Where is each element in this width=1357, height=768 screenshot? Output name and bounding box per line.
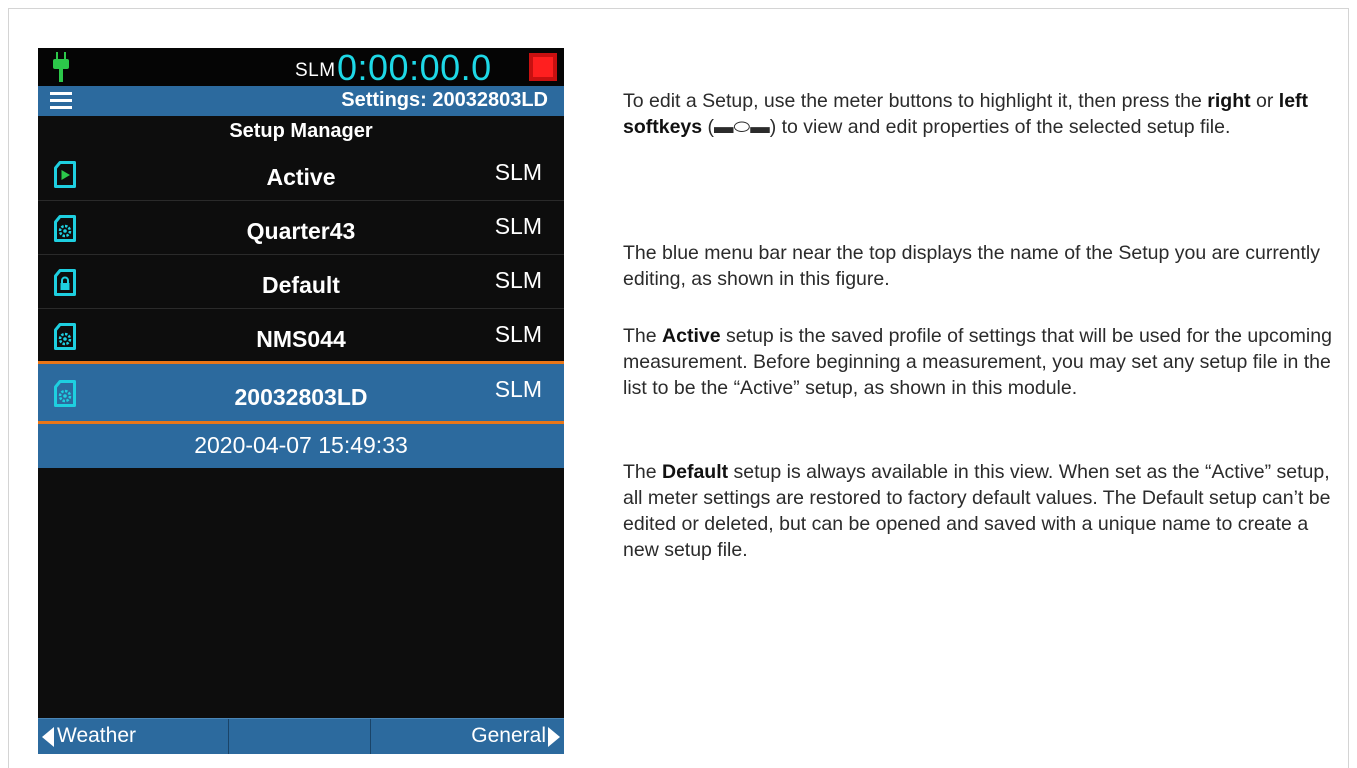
right-softkey[interactable]: General (371, 719, 564, 754)
setup-row-quarter43[interactable]: Quarter43 SLM (38, 201, 564, 255)
settings-title: Settings: 20032803LD (341, 89, 548, 111)
setup-name: 20032803LD (234, 384, 368, 410)
help-paragraph-menu-bar: The blue menu bar near the top displays … (623, 242, 1321, 290)
setup-date: 2020-04-07 15:49:33 (194, 432, 408, 458)
setup-row-20032803ld[interactable]: 20032803LD SLM (38, 361, 564, 424)
left-softkey-label: Weather (57, 724, 136, 747)
setup-name: Active (266, 164, 336, 190)
right-arrow-icon (548, 727, 560, 747)
record-stop-icon[interactable] (529, 53, 557, 81)
setup-row-default[interactable]: Default SLM (38, 255, 564, 309)
setup-mode: SLM (494, 267, 542, 293)
setup-row-nms044[interactable]: NMS044 SLM (38, 309, 564, 363)
left-softkey[interactable]: Weather (38, 719, 228, 754)
status-bar: SLM 0:00:00.0 (38, 48, 564, 88)
setup-name: NMS044 (256, 326, 346, 352)
mode-label: SLM (295, 60, 336, 81)
settings-menu-bar: Settings: 20032803LD (38, 86, 564, 116)
meter-screen: SLM 0:00:00.0 Settings: 20032803LD Setup… (38, 48, 564, 754)
setup-date-bar: 2020-04-07 15:49:33 (38, 424, 564, 468)
setup-row-active[interactable]: Active SLM (38, 147, 564, 201)
softkey-bar: Weather General (38, 718, 564, 754)
setup-mode: SLM (494, 213, 542, 239)
help-paragraph-edit: To edit a Setup, use the meter buttons t… (623, 90, 1309, 138)
middle-softkey[interactable] (228, 719, 371, 754)
right-softkey-label: General (471, 724, 546, 747)
power-plug-icon (53, 52, 69, 82)
softkeys-icon: ▬⬭▬ (714, 116, 770, 138)
setup-mode: SLM (494, 321, 542, 347)
setup-name: Default (262, 272, 340, 298)
menu-icon[interactable] (50, 92, 72, 110)
help-paragraph-default: The Default setup is always available in… (623, 461, 1331, 561)
setup-name: Quarter43 (246, 218, 356, 244)
elapsed-timer: 0:00:00.0 (337, 48, 492, 88)
help-paragraph-active: The Active setup is the saved profile of… (623, 325, 1332, 399)
setup-manager-title: Setup Manager (229, 120, 373, 142)
setup-mode: SLM (494, 376, 542, 402)
setup-mode: SLM (494, 159, 542, 185)
left-arrow-icon (42, 727, 54, 747)
